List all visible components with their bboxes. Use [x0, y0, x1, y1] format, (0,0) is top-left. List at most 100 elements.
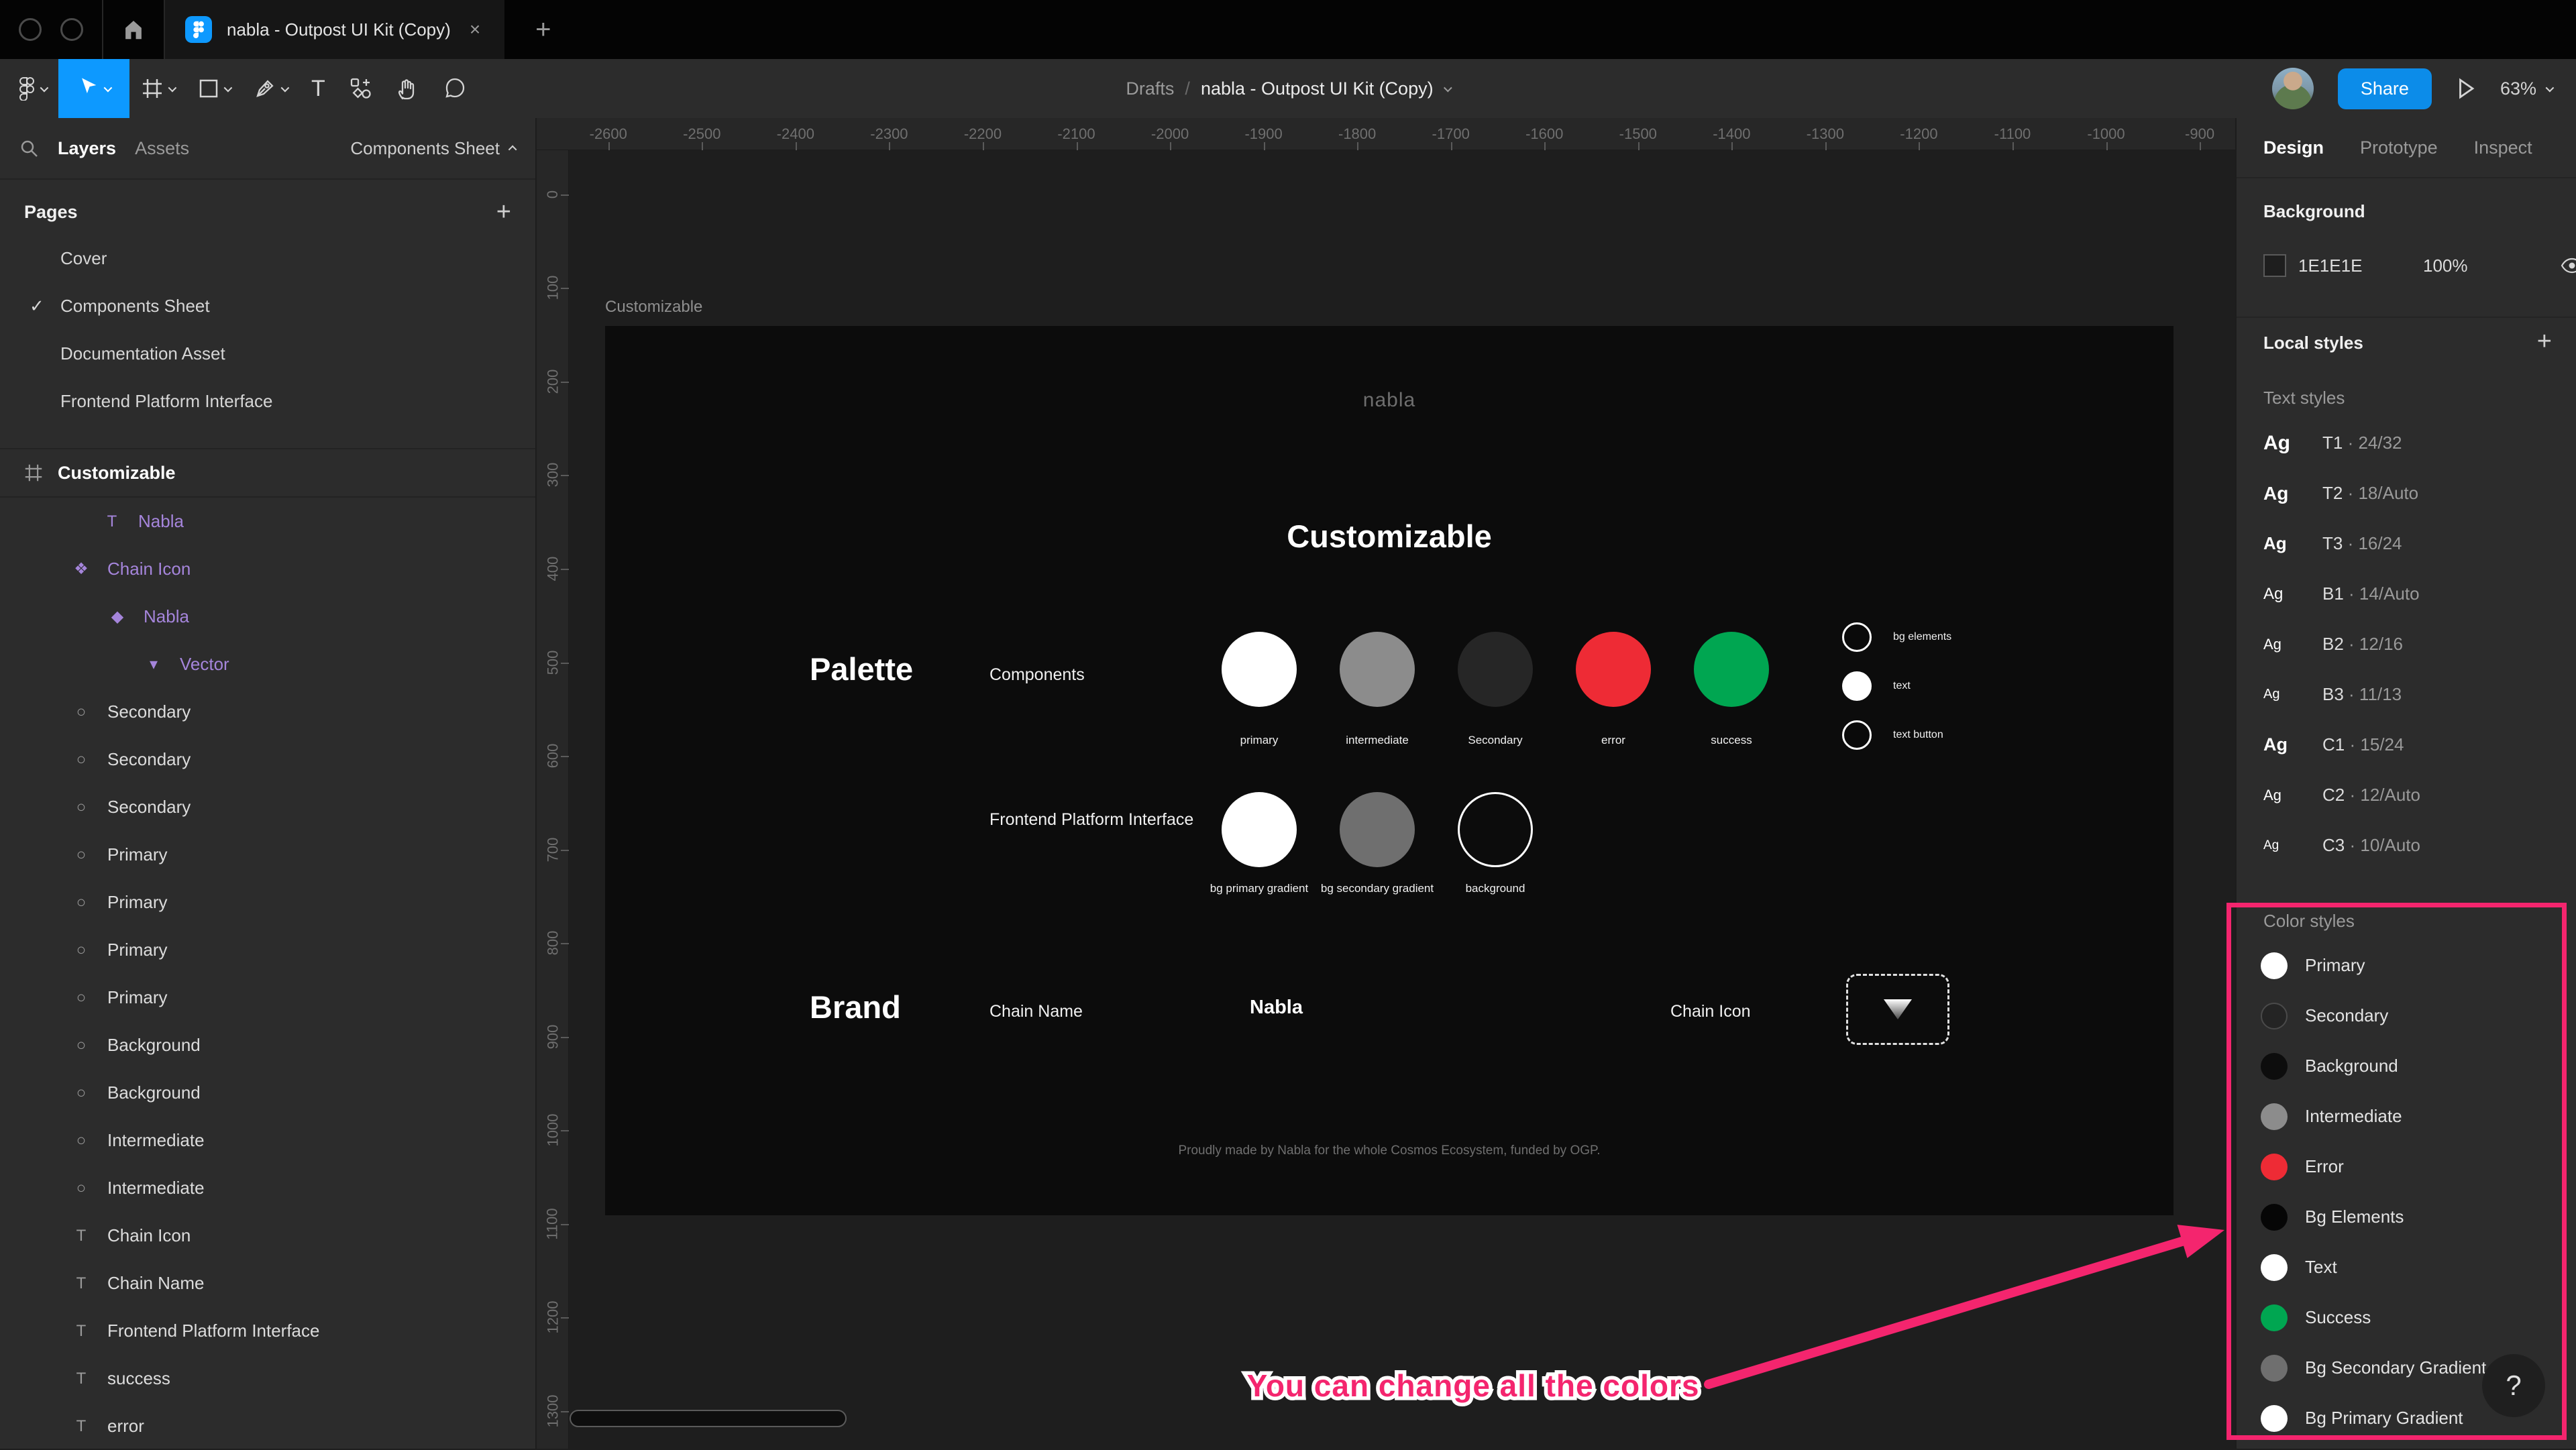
palette-swatch[interactable]: primary — [1222, 632, 1297, 747]
search-icon[interactable] — [19, 138, 39, 158]
add-page-button[interactable]: + — [496, 198, 511, 227]
shape-tool-button[interactable] — [186, 59, 242, 118]
layer-row[interactable]: ▾ Vector — [0, 640, 535, 688]
layer-row[interactable]: ○ Secondary — [0, 688, 535, 736]
text-style-row[interactable]: Ag T2 · 18/Auto — [2237, 468, 2576, 518]
customizable-frame[interactable]: nabla Customizable Palette Components pr… — [605, 326, 2174, 1215]
tab-design[interactable]: Design — [2263, 137, 2324, 158]
fpi-swatch[interactable]: bg primary gradient — [1222, 792, 1297, 897]
frame-tool-button[interactable] — [129, 59, 186, 118]
frame-canvas-label[interactable]: Customizable — [605, 298, 702, 317]
new-tab-button[interactable]: + — [535, 15, 551, 45]
layer-row[interactable]: ○ Intermediate — [0, 1117, 535, 1164]
text-style-row[interactable]: Ag B1 · 14/Auto — [2237, 569, 2576, 619]
color-style-row[interactable]: Primary — [2237, 940, 2576, 991]
layer-row[interactable]: ○ Secondary — [0, 736, 535, 783]
page-item[interactable]: Frontend Platform Interface — [0, 378, 535, 425]
layer-row[interactable]: ○ Primary — [0, 879, 535, 926]
text-style-row[interactable]: Ag B3 · 11/13 — [2237, 669, 2576, 720]
add-style-button[interactable]: + — [2537, 327, 2552, 356]
layer-row[interactable]: ○ Primary — [0, 974, 535, 1021]
file-title[interactable]: nabla - Outpost UI Kit (Copy) — [1201, 78, 1434, 99]
hand-tool-button[interactable] — [384, 59, 431, 118]
text-tool-button[interactable]: T — [299, 59, 337, 118]
color-style-row[interactable]: Error — [2237, 1141, 2576, 1192]
palette-swatch[interactable]: error — [1576, 632, 1651, 747]
layer-row[interactable]: T Frontend Platform Interface — [0, 1307, 535, 1355]
chain-icon-placeholder[interactable] — [1846, 974, 1949, 1045]
page-item[interactable]: Cover — [0, 235, 535, 282]
text-style-row[interactable]: Ag C1 · 15/24 — [2237, 720, 2576, 770]
background-color-swatch[interactable] — [2263, 254, 2286, 277]
layer-row[interactable]: ◆ Nabla — [0, 593, 535, 640]
text-style-row[interactable]: Ag C2 · 12/Auto — [2237, 770, 2576, 820]
resources-tool-button[interactable] — [337, 59, 384, 118]
layer-row[interactable]: ○ Primary — [0, 926, 535, 974]
text-style-row[interactable]: Ag T1 · 24/32 — [2237, 418, 2576, 468]
layer-row[interactable]: T Chain Name — [0, 1260, 535, 1307]
close-tab-icon[interactable]: × — [466, 19, 484, 40]
layer-row[interactable]: ○ Background — [0, 1021, 535, 1069]
layer-row[interactable]: T Nabla — [0, 498, 535, 545]
present-button[interactable] — [2456, 77, 2476, 100]
text-style-row[interactable]: Ag T3 · 16/24 — [2237, 518, 2576, 569]
background-hex-value[interactable]: 1E1E1E — [2298, 256, 2385, 276]
breadcrumb-location[interactable]: Drafts — [1126, 78, 1174, 99]
color-style-row[interactable]: Intermediate — [2237, 1091, 2576, 1141]
file-tab[interactable]: nabla - Outpost UI Kit (Copy) × — [165, 0, 504, 59]
text-style-preview: Ag — [2263, 533, 2322, 554]
page-item[interactable]: ✓ Components Sheet — [0, 282, 535, 330]
background-color-row[interactable]: 1E1E1E 100% — [2263, 254, 2576, 277]
home-button[interactable] — [103, 0, 164, 59]
pen-tool-button[interactable] — [242, 59, 299, 118]
help-button[interactable]: ? — [2482, 1354, 2545, 1417]
layer-row[interactable]: ○ Secondary — [0, 783, 535, 831]
layer-row[interactable]: ○ Intermediate — [0, 1164, 535, 1212]
text-style-row[interactable]: Ag C3 · 10/Auto — [2237, 820, 2576, 871]
color-style-row[interactable]: Bg Elements — [2237, 1192, 2576, 1242]
visibility-eye-icon[interactable] — [2561, 258, 2576, 274]
layer-row[interactable]: T error — [0, 1402, 535, 1450]
main-menu-button[interactable] — [0, 59, 58, 118]
palette-swatch[interactable]: success — [1694, 632, 1769, 747]
ruler-tick: -1800 — [1310, 118, 1404, 150]
tab-layers[interactable]: Layers — [58, 138, 116, 159]
horizontal-scrollbar[interactable] — [570, 1410, 847, 1427]
avatar[interactable] — [2272, 68, 2314, 109]
layer-row[interactable]: ❖ Chain Icon — [0, 545, 535, 593]
mini-swatch[interactable]: text — [1842, 671, 1951, 701]
fpi-swatch[interactable]: bg secondary gradient — [1340, 792, 1415, 897]
page-selector[interactable]: Components Sheet — [350, 138, 517, 159]
window-control-1[interactable] — [19, 18, 42, 41]
color-style-row[interactable]: Text — [2237, 1242, 2576, 1292]
window-control-2[interactable] — [60, 18, 83, 41]
mini-swatch[interactable]: text button — [1842, 720, 1951, 750]
tab-prototype[interactable]: Prototype — [2360, 137, 2438, 158]
tab-assets[interactable]: Assets — [135, 138, 189, 159]
zoom-control[interactable]: 63% — [2500, 78, 2552, 99]
chevron-down-icon[interactable] — [1444, 83, 1452, 92]
layer-row[interactable]: T Chain Icon — [0, 1212, 535, 1260]
layer-row[interactable]: T success — [0, 1355, 535, 1402]
figma-file-icon — [185, 16, 212, 43]
color-style-row[interactable]: Background — [2237, 1041, 2576, 1091]
layer-row[interactable]: ○ Primary — [0, 831, 535, 879]
text-style-row[interactable]: Ag B2 · 12/16 — [2237, 619, 2576, 669]
breadcrumb[interactable]: Drafts / nabla - Outpost UI Kit (Copy) — [1126, 59, 1450, 118]
palette-swatch[interactable]: Secondary — [1458, 632, 1533, 747]
share-button[interactable]: Share — [2338, 68, 2432, 109]
color-style-row[interactable]: Secondary — [2237, 991, 2576, 1041]
mini-swatch[interactable]: bg elements — [1842, 622, 1951, 652]
frame-header-row[interactable]: Customizable — [0, 448, 535, 498]
fpi-swatch[interactable]: background — [1458, 792, 1533, 897]
move-tool-button[interactable] — [58, 59, 129, 118]
color-style-row[interactable]: Success — [2237, 1292, 2576, 1343]
tab-inspect[interactable]: Inspect — [2474, 137, 2532, 158]
layer-row[interactable]: ○ Background — [0, 1069, 535, 1117]
chain-name-value[interactable]: Nabla — [1250, 997, 1303, 1019]
page-item[interactable]: Documentation Asset — [0, 330, 535, 378]
background-opacity-value[interactable]: 100% — [2423, 256, 2468, 276]
canvas[interactable]: -2600-2500-2400-2300-2200-2100-2000-1900… — [537, 118, 2235, 1449]
palette-swatch[interactable]: intermediate — [1340, 632, 1415, 747]
comment-tool-button[interactable] — [431, 59, 478, 118]
